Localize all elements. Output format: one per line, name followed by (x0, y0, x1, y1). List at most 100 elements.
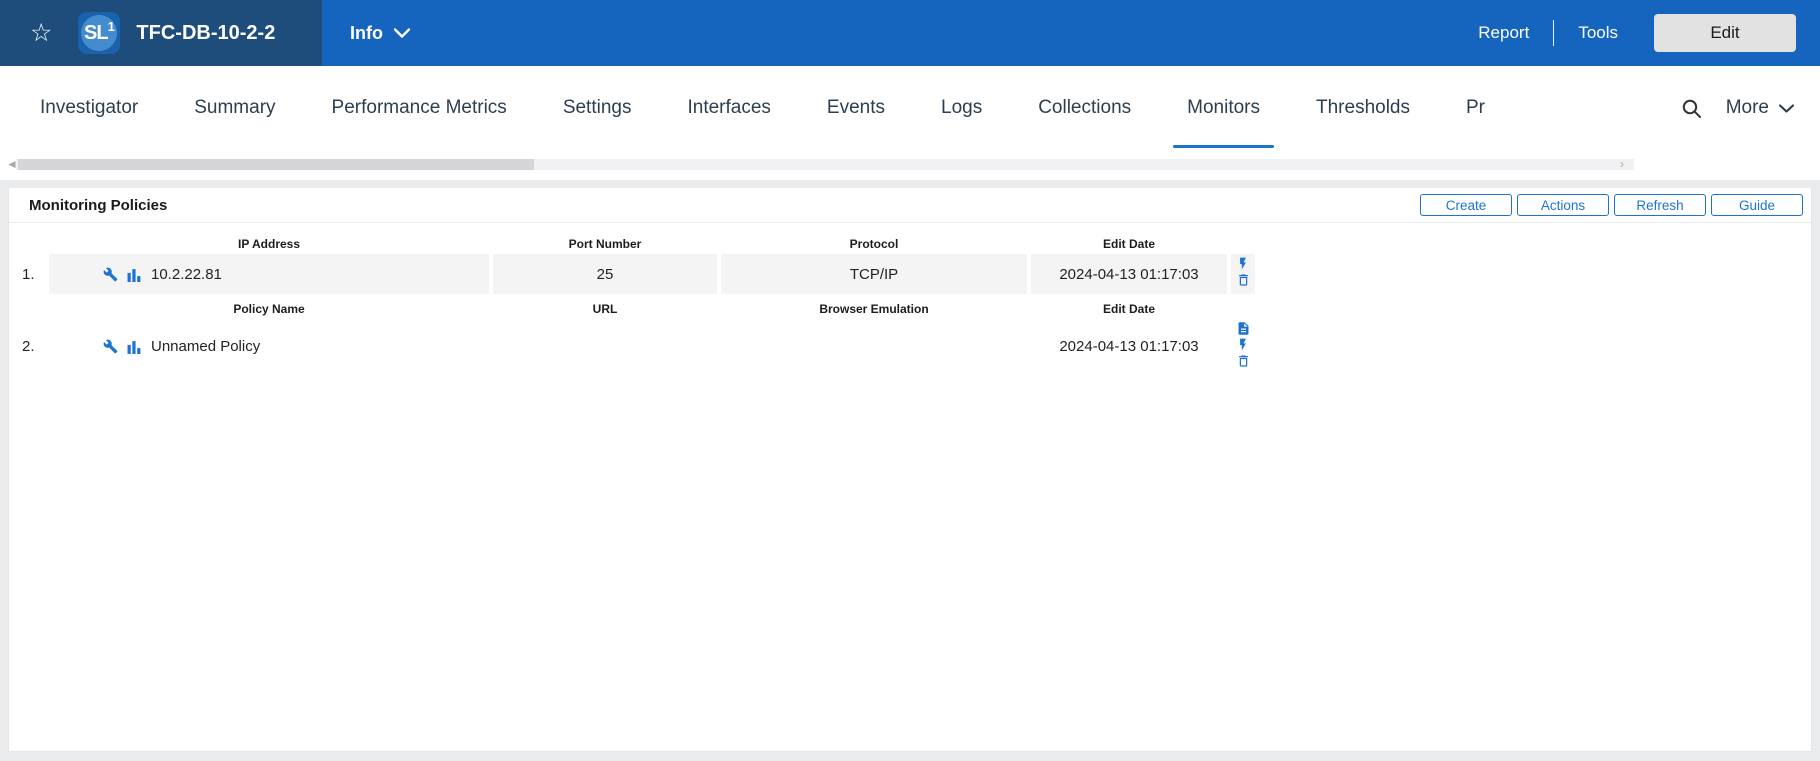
tab-label: Settings (562, 97, 632, 118)
tab-label: Performance Metrics (331, 97, 507, 118)
top-header: ☆ SL 1 TFC-DB-10-2-2 Info Report Tools E… (0, 0, 1820, 66)
policies-table: IP Address Port Number Protocol Edit Date 1.… (9, 223, 1811, 373)
favorite-star-icon[interactable]: ☆ (30, 20, 52, 46)
tab-summary[interactable]: Summary (166, 66, 303, 150)
policy-cell-port-number: 25 (493, 254, 717, 294)
scrollbar-track[interactable] (16, 159, 1634, 170)
policy-values: 2. Unnamed Policy 2024-04-13 01:17:03 (9, 319, 1811, 373)
logo-superscript: 1 (107, 18, 115, 34)
column-header-port-number: Port Number (568, 237, 642, 251)
guide-button[interactable]: Guide (1711, 194, 1803, 216)
tab-strip: Investigator Summary Performance Metrics Se… (0, 66, 1658, 150)
page-gap (0, 180, 1820, 188)
tab-label: Logs (941, 97, 983, 118)
policy-cell-browser-emulation (721, 319, 1027, 373)
cell-text: 25 (596, 265, 614, 283)
bar-chart-icon[interactable] (127, 267, 142, 282)
logo-text: SL (84, 21, 109, 44)
panel-title: Monitoring Policies (29, 196, 168, 214)
policy-cell-edit-date: 2024-04-13 01:17:03 (1031, 319, 1227, 373)
tab-collections[interactable]: Collections (1010, 66, 1159, 150)
tab-scrollbar: ◄ › (0, 150, 1820, 180)
chevron-down-icon (394, 28, 410, 38)
tab-interfaces[interactable]: Interfaces (659, 66, 798, 150)
header-left-section: ☆ SL 1 TFC-DB-10-2-2 (0, 0, 322, 66)
policy-row: Policy Name URL Browser Emulation Edit Date… (9, 300, 1811, 373)
lightning-icon[interactable] (1236, 256, 1250, 271)
policy-actions (1231, 319, 1255, 373)
tab-label: Events (826, 97, 885, 118)
policy-cell-protocol: TCP/IP (721, 254, 1027, 294)
tab-bar: Investigator Summary Performance Metrics Se… (0, 66, 1820, 150)
app-root: ☆ SL 1 TFC-DB-10-2-2 Info Report Tools E… (0, 0, 1820, 752)
tab-events[interactable]: Events (799, 66, 913, 150)
report-button[interactable]: Report (1478, 23, 1529, 43)
policy-column-headers: Policy Name URL Browser Emulation Edit Date (9, 300, 1811, 318)
more-label: More (1725, 97, 1769, 118)
create-button[interactable]: Create (1420, 194, 1512, 216)
policy-actions (1231, 254, 1255, 294)
tab-logs[interactable]: Logs (913, 66, 1010, 150)
column-header-browser-emulation: Browser Emulation (819, 302, 929, 316)
search-icon[interactable] (1681, 98, 1702, 119)
refresh-button[interactable]: Refresh (1614, 194, 1706, 216)
policy-index: 2. (22, 337, 35, 355)
policy-cell-edit-date: 2024-04-13 01:17:03 (1031, 254, 1227, 294)
actions-button[interactable]: Actions (1517, 194, 1609, 216)
panel-buttons: Create Actions Refresh Guide (1420, 194, 1803, 216)
policy-cell-policy-name: Unnamed Policy (49, 319, 489, 373)
column-header-ip-address: IP Address (237, 237, 301, 251)
tools-button[interactable]: Tools (1578, 23, 1618, 43)
wrench-icon[interactable] (103, 267, 118, 282)
tab-monitors[interactable]: Monitors (1159, 66, 1288, 150)
panel-header: Monitoring Policies Create Actions Refresh… (9, 188, 1811, 223)
cell-text: TCP/IP (849, 265, 899, 283)
cell-text: 2024-04-13 01:17:03 (1059, 337, 1199, 355)
policy-cell-ip-address: 10.2.22.81 (49, 254, 489, 294)
column-header-edit-date: Edit Date (1102, 237, 1155, 251)
bar-chart-icon[interactable] (127, 339, 142, 354)
cell-text: 2024-04-13 01:17:03 (1059, 265, 1199, 283)
header-right-section: Report Tools Edit (1478, 14, 1820, 52)
policy-name-text: 10.2.22.81 (151, 265, 222, 283)
edit-button[interactable]: Edit (1654, 14, 1796, 52)
trash-icon[interactable] (1236, 353, 1251, 369)
info-dropdown[interactable]: Info (350, 23, 410, 44)
tab-controls: More (1666, 66, 1820, 150)
scrollbar-thumb[interactable] (18, 159, 534, 170)
sl1-logo: SL 1 (78, 12, 121, 54)
tab-label: Pr (1466, 97, 1485, 118)
column-header-url: URL (592, 302, 618, 316)
tab-settings[interactable]: Settings (535, 66, 660, 150)
tab-thresholds[interactable]: Thresholds (1288, 66, 1438, 150)
chevron-down-icon (1779, 103, 1794, 113)
more-menu[interactable]: More (1726, 97, 1794, 119)
policy-values: 1. 10.2.22.81 25 TCP/IP 2024-04-13 01:17:03 (9, 254, 1811, 294)
monitoring-policies-panel: Monitoring Policies Create Actions Refresh… (8, 188, 1812, 752)
scroll-right-icon[interactable]: › (1620, 158, 1624, 170)
column-header-protocol: Protocol (849, 237, 899, 251)
tab-label: Investigator (40, 97, 139, 118)
policy-column-headers: IP Address Port Number Protocol Edit Date (9, 235, 1811, 253)
document-icon[interactable] (1236, 321, 1251, 336)
column-header-edit-date: Edit Date (1102, 302, 1155, 316)
tab-label: Thresholds (1316, 97, 1410, 118)
device-title: TFC-DB-10-2-2 (136, 21, 276, 44)
tab-label: Monitors (1187, 97, 1260, 118)
policy-cell-url (493, 319, 717, 373)
trash-icon[interactable] (1236, 272, 1251, 288)
column-header-policy-name: Policy Name (233, 302, 305, 316)
policy-row: IP Address Port Number Protocol Edit Date 1.… (9, 235, 1811, 294)
policy-name-text: Unnamed Policy (151, 337, 261, 355)
policy-index: 1. (22, 265, 35, 283)
wrench-icon[interactable] (103, 339, 118, 354)
tab-pr[interactable]: Pr (1438, 66, 1513, 150)
tab-investigator[interactable]: Investigator (12, 66, 166, 150)
tab-label: Collections (1038, 97, 1132, 118)
header-separator (1553, 20, 1555, 46)
tab-label: Summary (194, 97, 276, 118)
info-label: Info (350, 22, 383, 43)
lightning-icon[interactable] (1236, 337, 1250, 352)
tab-performance-metrics[interactable]: Performance Metrics (304, 66, 535, 150)
tab-label: Interfaces (687, 97, 771, 118)
